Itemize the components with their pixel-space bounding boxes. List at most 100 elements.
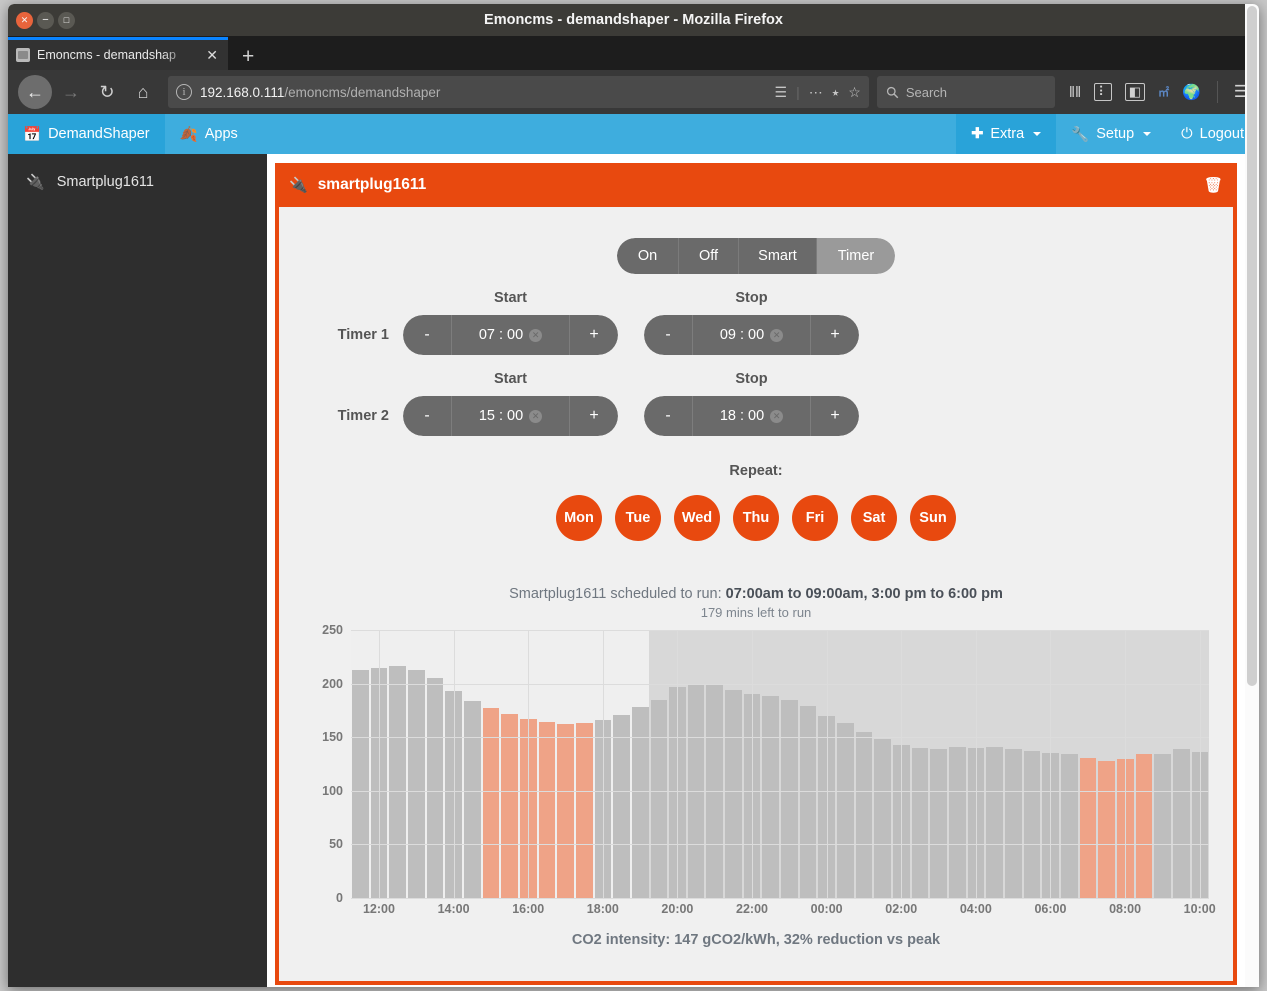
- chart-y-tick: 200: [322, 676, 343, 691]
- nav-extra-label: Extra: [990, 126, 1025, 142]
- chart-gridline-v: [901, 630, 903, 898]
- new-tab-button[interactable]: +: [228, 46, 268, 70]
- chart-gridline-h: [351, 630, 1209, 631]
- forward-button[interactable]: →: [54, 75, 88, 109]
- nav-demandshaper[interactable]: 📅 DemandShaper: [8, 114, 165, 154]
- timer-2-start-value[interactable]: 15 : 00 ✕: [451, 396, 570, 436]
- tab-close-icon[interactable]: ✕: [204, 47, 220, 64]
- back-button[interactable]: ←: [18, 75, 52, 109]
- chart-bar: [799, 706, 817, 898]
- repeat-day-fri[interactable]: Fri: [792, 495, 838, 541]
- timer-1-start-plus-button[interactable]: +: [570, 315, 618, 355]
- timer-1-stop-clear-icon[interactable]: ✕: [770, 328, 784, 342]
- nav-setup[interactable]: 🔧 Setup: [1056, 114, 1166, 154]
- chart-bar: [1154, 754, 1171, 898]
- timer-1-start-label: Start: [493, 290, 528, 306]
- chart-bar: [352, 669, 369, 898]
- page-scrollbar-thumb[interactable]: [1247, 6, 1257, 686]
- window-close-button[interactable]: [16, 11, 33, 29]
- schedule-summary: Smartplug1611 scheduled to run: 07:00am …: [279, 586, 1233, 620]
- sidebar-icon[interactable]: ⠇: [1094, 83, 1112, 101]
- wrench-icon: 🔧: [1071, 126, 1090, 143]
- repeat-day-tue[interactable]: Tue: [615, 495, 661, 541]
- globe-icon[interactable]: 🌍: [1182, 83, 1201, 101]
- timer-2-start-minus-button[interactable]: -: [403, 396, 451, 436]
- mode-button-smart[interactable]: Smart: [739, 238, 817, 274]
- browser-tab[interactable]: Emoncms - demandshap ✕: [8, 37, 228, 70]
- window-title: Emoncms - demandshaper - Mozilla Firefox: [8, 12, 1259, 28]
- chart-x-tick: 10:00: [1183, 902, 1216, 916]
- chart-bar: [855, 731, 873, 898]
- url-host: 192.168.0.111: [200, 84, 285, 100]
- timer-2-stop-minus-button[interactable]: -: [644, 396, 692, 436]
- timer-2-block: Start Stop Timer 2 - 15 : 00 ✕ + - 18: …: [279, 371, 1233, 436]
- chart-bars: [351, 630, 1209, 898]
- repeat-day-thu[interactable]: Thu: [733, 495, 779, 541]
- library-icon[interactable]: ‖‖: [1069, 84, 1081, 101]
- search-bar[interactable]: Search: [876, 76, 1055, 108]
- timer-1-stop-spinner: - 09 : 00 ✕ +: [644, 315, 859, 355]
- repeat-day-sun[interactable]: Sun: [910, 495, 956, 541]
- search-input[interactable]: Search: [906, 85, 947, 100]
- timer-2-stop-plus-button[interactable]: +: [811, 396, 859, 436]
- timer-1-stop-plus-button[interactable]: +: [811, 315, 859, 355]
- timer-2-start-plus-button[interactable]: +: [570, 396, 618, 436]
- nav-apps[interactable]: 🍂 Apps: [165, 114, 253, 154]
- timer-1-label-spacer: [279, 290, 403, 306]
- mode-button-timer[interactable]: Timer: [817, 238, 895, 274]
- pocket-icon[interactable]: ⭑: [832, 84, 840, 101]
- chart-x-tick: 14:00: [437, 902, 470, 916]
- schedule-remaining: 179 mins left to run: [700, 605, 812, 620]
- chart-bar: [762, 696, 780, 898]
- mode-button-on[interactable]: On: [617, 238, 679, 274]
- timer-1-start-minus-button[interactable]: -: [403, 315, 451, 355]
- repeat-day-mon[interactable]: Mon: [556, 495, 602, 541]
- chart-gridline-v: [677, 630, 679, 898]
- reader-mode-icon[interactable]: ☰: [775, 84, 788, 101]
- chart-bar: [1060, 754, 1078, 898]
- site-info-icon[interactable]: i: [176, 84, 192, 100]
- window-controls: [8, 11, 75, 29]
- browser-navbar: ← → ↻ ⌂ i 192.168.0.111/emoncms/demandsh…: [8, 70, 1259, 114]
- main-content: 🔌 smartplug1611 🗑 On Off Smart Timer Sta…: [267, 154, 1259, 987]
- timer-2-stop-value[interactable]: 18 : 00 ✕: [692, 396, 811, 436]
- timer-1-stop-label: Stop: [735, 290, 768, 306]
- timer-1-row: Timer 1 - 07 : 00 ✕ + - 09: 00 ✕ +: [279, 315, 1233, 355]
- chart-bar: [1098, 760, 1115, 898]
- leaf-icon: 🍂: [179, 126, 198, 143]
- timer-1-start-value[interactable]: 07 : 00 ✕: [451, 315, 570, 355]
- chart-x-tick: 16:00: [512, 902, 545, 916]
- timer-1-start-clear-icon[interactable]: ✕: [529, 328, 543, 342]
- page-scrollbar[interactable]: [1245, 4, 1259, 987]
- url-bar[interactable]: i 192.168.0.111/emoncms/demandshaper ☰ |…: [168, 76, 869, 108]
- delete-icon[interactable]: 🗑: [1204, 176, 1223, 194]
- page-icon[interactable]: ◧: [1124, 83, 1146, 101]
- schedule-line: Smartplug1611 scheduled to run: 07:00am …: [279, 586, 1233, 602]
- chart-gridline-v: [528, 630, 530, 898]
- window-maximize-button[interactable]: [58, 11, 75, 29]
- timer-2-start-label: Start: [493, 371, 528, 387]
- firefox-window: Emoncms - demandshaper - Mozilla Firefox…: [8, 4, 1259, 987]
- timer-2-start-clear-icon[interactable]: ✕: [529, 409, 543, 423]
- sidebar-item-smartplug1611[interactable]: 🔌 Smartplug1611: [8, 162, 267, 202]
- url-bar-icons: ☰ | ⋯ ⭑ ☆: [774, 83, 861, 101]
- repeat-day-sat[interactable]: Sat: [851, 495, 897, 541]
- timer-2-stop-clear-icon[interactable]: ✕: [770, 409, 784, 423]
- bookmark-star-icon[interactable]: ☆: [848, 84, 861, 101]
- timer-2-stop-label: Stop: [735, 371, 768, 387]
- repeat-day-wed[interactable]: Wed: [674, 495, 720, 541]
- timer-2-label-spacer: [279, 371, 403, 387]
- mode-button-off[interactable]: Off: [679, 238, 739, 274]
- reload-button[interactable]: ↻: [90, 75, 124, 109]
- nav-extra[interactable]: ✚ Extra: [956, 114, 1057, 154]
- page-actions-icon[interactable]: ⋯: [809, 84, 823, 101]
- chart-gridline-v: [1050, 630, 1052, 898]
- chart-y-tick: 150: [322, 730, 343, 745]
- timer-1-stop-minus-button[interactable]: -: [644, 315, 692, 355]
- lt-icon[interactable]: ㎡: [1158, 84, 1169, 100]
- tab-favicon-icon: [16, 48, 30, 62]
- home-button[interactable]: ⌂: [126, 75, 160, 109]
- timer-1-stop-value[interactable]: 09 : 00 ✕: [692, 315, 811, 355]
- window-minimize-button[interactable]: [37, 11, 54, 29]
